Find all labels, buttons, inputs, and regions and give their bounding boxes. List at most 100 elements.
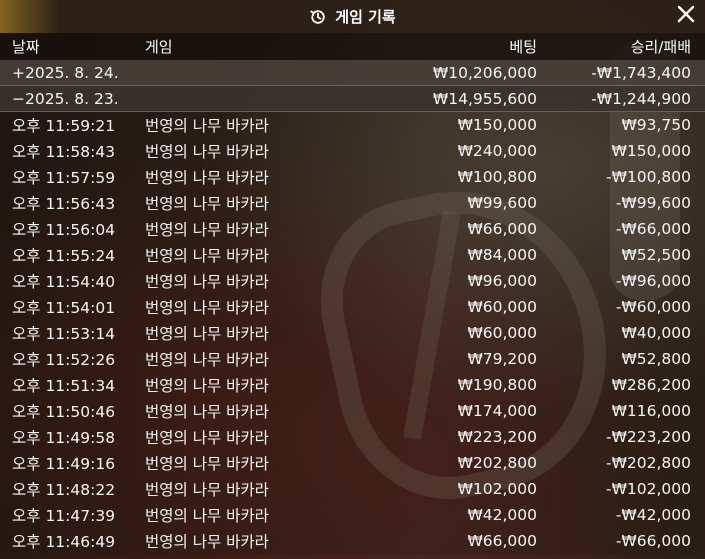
table-row[interactable]: 오후 11:57:59 번영의 나무 바카라 ₩100,800 -₩100,800 bbox=[0, 164, 705, 190]
row-game: 번영의 나무 바카라 bbox=[145, 247, 269, 265]
row-game: 번영의 나무 바카라 bbox=[145, 221, 269, 239]
date-summary-row[interactable]: +2025. 8. 24. ₩10,206,000 -₩1,743,400 bbox=[0, 60, 705, 86]
summary-date-toggle[interactable]: +2025. 8. 24. bbox=[12, 60, 119, 86]
row-time: 오후 11:54:01 bbox=[12, 299, 116, 317]
row-time: 오후 11:47:39 bbox=[12, 507, 116, 525]
row-game: 번영의 나무 바카라 bbox=[145, 429, 269, 447]
table-row[interactable]: 오후 11:54:40 번영의 나무 바카라 ₩96,000 -₩96,000 bbox=[0, 268, 705, 294]
row-time: 오후 11:46:49 bbox=[12, 533, 116, 551]
row-bet: ₩79,200 bbox=[467, 350, 537, 368]
table-row[interactable]: 오후 11:54:01 번영의 나무 바카라 ₩60,000 -₩60,000 bbox=[0, 294, 705, 320]
row-bet: ₩66,000 bbox=[467, 220, 537, 238]
close-icon bbox=[677, 5, 695, 27]
row-result: -₩96,000 bbox=[615, 272, 691, 290]
window-title: 게임 기록 bbox=[335, 8, 396, 26]
row-bet: ₩100,800 bbox=[457, 168, 537, 186]
row-game: 번영의 나무 바카라 bbox=[145, 455, 269, 473]
row-bet: ₩223,200 bbox=[457, 428, 537, 446]
row-game: 번영의 나무 바카라 bbox=[145, 377, 269, 395]
row-bet: ₩102,000 bbox=[457, 480, 537, 498]
row-time: 오후 11:59:21 bbox=[12, 117, 116, 135]
table-row[interactable]: 오후 11:48:22 번영의 나무 바카라 ₩102,000 -₩102,000 bbox=[0, 476, 705, 502]
row-result: -₩102,000 bbox=[605, 480, 691, 498]
row-bet: ₩42,000 bbox=[467, 506, 537, 524]
row-time: 오후 11:55:24 bbox=[12, 247, 116, 265]
row-time: 오후 11:49:58 bbox=[12, 429, 116, 447]
row-time: 오후 11:57:59 bbox=[12, 169, 116, 187]
table-row[interactable]: 오후 11:49:16 번영의 나무 바카라 ₩202,800 -₩202,800 bbox=[0, 450, 705, 476]
table-row[interactable]: 오후 11:46:49 번영의 나무 바카라 ₩66,000 -₩66,000 bbox=[0, 528, 705, 554]
row-bet: ₩190,800 bbox=[457, 376, 537, 394]
table-header: 날짜 게임 베팅 승리/패배 bbox=[0, 33, 705, 60]
row-time: 오후 11:58:43 bbox=[12, 143, 116, 161]
row-game: 번영의 나무 바카라 bbox=[145, 299, 269, 317]
title-group: 게임 기록 bbox=[309, 6, 396, 27]
summary-bet-total: ₩10,206,000 bbox=[432, 64, 537, 82]
row-result: ₩52,800 bbox=[621, 350, 691, 368]
row-time: 오후 11:52:26 bbox=[12, 351, 116, 369]
table-row[interactable]: 오후 11:51:34 번영의 나무 바카라 ₩190,800 ₩286,200 bbox=[0, 372, 705, 398]
row-time: 오후 11:56:43 bbox=[12, 195, 116, 213]
row-bet: ₩66,000 bbox=[467, 532, 537, 550]
row-result: -₩223,200 bbox=[605, 428, 691, 446]
row-time: 오후 11:54:40 bbox=[12, 273, 116, 291]
summary-result-total: -₩1,743,400 bbox=[591, 64, 691, 82]
row-result: ₩286,200 bbox=[611, 376, 691, 394]
row-time: 오후 11:51:34 bbox=[12, 377, 116, 395]
row-game: 번영의 나무 바카라 bbox=[145, 325, 269, 343]
row-result: -₩42,000 bbox=[615, 506, 691, 524]
row-result: -₩100,800 bbox=[605, 168, 691, 186]
row-bet: ₩174,000 bbox=[457, 402, 537, 420]
row-bet: ₩240,000 bbox=[457, 142, 537, 160]
row-game: 번영의 나무 바카라 bbox=[145, 169, 269, 187]
title-bar: 게임 기록 bbox=[0, 0, 705, 33]
table-row[interactable]: 오후 11:59:21 번영의 나무 바카라 ₩150,000 ₩93,750 bbox=[0, 112, 705, 138]
table-row[interactable]: 오후 11:56:04 번영의 나무 바카라 ₩66,000 -₩66,000 bbox=[0, 216, 705, 242]
row-bet: ₩60,000 bbox=[467, 324, 537, 342]
table-row[interactable]: 오후 11:49:58 번영의 나무 바카라 ₩223,200 -₩223,200 bbox=[0, 424, 705, 450]
column-header-bet[interactable]: 베팅 bbox=[509, 33, 537, 60]
column-header-result[interactable]: 승리/패배 bbox=[631, 33, 691, 60]
row-game: 번영의 나무 바카라 bbox=[145, 117, 269, 135]
row-game: 번영의 나무 바카라 bbox=[145, 481, 269, 499]
row-result: -₩99,600 bbox=[615, 194, 691, 212]
row-result: -₩202,800 bbox=[605, 454, 691, 472]
row-result: ₩40,000 bbox=[621, 324, 691, 342]
table-row[interactable]: 오후 11:50:46 번영의 나무 바카라 ₩174,000 ₩116,000 bbox=[0, 398, 705, 424]
row-bet: ₩99,600 bbox=[467, 194, 537, 212]
row-result: -₩66,000 bbox=[615, 220, 691, 238]
row-bet: ₩60,000 bbox=[467, 298, 537, 316]
history-icon bbox=[309, 8, 327, 26]
title-accent bbox=[0, 0, 60, 33]
row-bet: ₩202,800 bbox=[457, 454, 537, 472]
table-row[interactable]: 오후 11:52:26 번영의 나무 바카라 ₩79,200 ₩52,800 bbox=[0, 346, 705, 372]
row-result: -₩60,000 bbox=[615, 298, 691, 316]
row-time: 오후 11:50:46 bbox=[12, 403, 116, 421]
column-header-game[interactable]: 게임 bbox=[145, 33, 173, 60]
date-summary-row[interactable]: −2025. 8. 23. ₩14,955,600 -₩1,244,900 bbox=[0, 86, 705, 112]
table-row[interactable]: 오후 11:56:43 번영의 나무 바카라 ₩99,600 -₩99,600 bbox=[0, 190, 705, 216]
row-game: 번영의 나무 바카라 bbox=[145, 533, 269, 551]
table-row[interactable]: 오후 11:58:43 번영의 나무 바카라 ₩240,000 ₩150,000 bbox=[0, 138, 705, 164]
column-header-date[interactable]: 날짜 bbox=[12, 33, 40, 60]
row-game: 번영의 나무 바카라 bbox=[145, 507, 269, 525]
row-result: ₩93,750 bbox=[621, 116, 691, 134]
table-row[interactable]: 오후 11:55:24 번영의 나무 바카라 ₩84,000 ₩52,500 bbox=[0, 242, 705, 268]
row-result: ₩150,000 bbox=[611, 142, 691, 160]
summary-date-toggle[interactable]: −2025. 8. 23. bbox=[12, 86, 119, 112]
row-result: -₩66,000 bbox=[615, 532, 691, 550]
row-time: 오후 11:49:16 bbox=[12, 455, 116, 473]
game-history-window: 게임 기록 날짜 게임 베팅 승리/패배 +2025. 8. 24. ₩10,20… bbox=[0, 0, 705, 559]
row-bet: ₩150,000 bbox=[457, 116, 537, 134]
row-time: 오후 11:56:04 bbox=[12, 221, 116, 239]
row-game: 번영의 나무 바카라 bbox=[145, 143, 269, 161]
close-button[interactable] bbox=[675, 5, 697, 27]
row-result: ₩116,000 bbox=[611, 402, 691, 420]
table-row[interactable]: 오후 11:53:14 번영의 나무 바카라 ₩60,000 ₩40,000 bbox=[0, 320, 705, 346]
row-game: 번영의 나무 바카라 bbox=[145, 351, 269, 369]
summary-bet-total: ₩14,955,600 bbox=[432, 90, 537, 108]
row-bet: ₩84,000 bbox=[467, 246, 537, 264]
row-bet: ₩96,000 bbox=[467, 272, 537, 290]
row-result: ₩52,500 bbox=[621, 246, 691, 264]
table-row[interactable]: 오후 11:47:39 번영의 나무 바카라 ₩42,000 -₩42,000 bbox=[0, 502, 705, 528]
